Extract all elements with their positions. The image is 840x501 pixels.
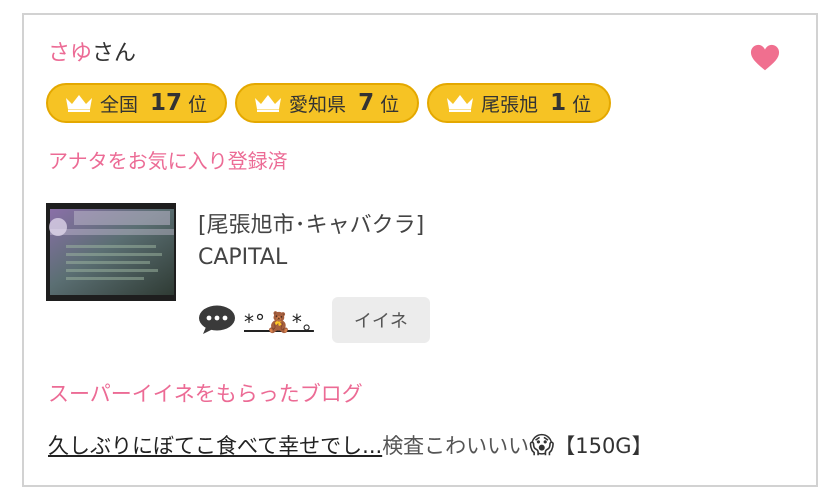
iine-button[interactable]: イイネ bbox=[331, 297, 430, 343]
blog-post-excerpt: 検査こわいいい bbox=[382, 434, 530, 458]
speech-bubble-icon bbox=[199, 305, 235, 334]
rank-area-label: 尾張旭 bbox=[481, 93, 539, 116]
rank-badges: 全国 17 位 愛知県 7位 尾張旭 1位 bbox=[46, 83, 612, 123]
shop-category: [尾張旭市･キャバクラ] bbox=[198, 213, 425, 238]
shop-name[interactable]: CAPITAL bbox=[198, 245, 287, 270]
crown-icon bbox=[447, 95, 474, 112]
rank-number: 7 bbox=[358, 90, 375, 116]
blog-post-row: 久しぶりにぼてこ食べて幸せでし...検査こわいいい😱【150G】 bbox=[48, 430, 653, 460]
rank-number: 1 bbox=[550, 90, 567, 116]
heart-icon[interactable] bbox=[750, 43, 780, 73]
blog-post-link[interactable]: 久しぶりにぼてこ食べて幸せでし... bbox=[48, 434, 382, 458]
rank-area-label: 愛知県 bbox=[289, 93, 347, 116]
super-iine-blog-heading: スーパーイイネをもらったブログ bbox=[48, 382, 363, 406]
blog-post-points: 【150G】 bbox=[554, 434, 653, 458]
rank-unit: 位 bbox=[188, 93, 208, 116]
commenter-nickname-link[interactable]: *°🧸*｡ bbox=[244, 306, 314, 335]
blog-post-emoji: 😱 bbox=[529, 431, 555, 459]
favorite-status-note: アナタをお気に入り登録済 bbox=[48, 149, 288, 173]
rank-number: 17 bbox=[150, 90, 183, 116]
rank-area-label: 全国 bbox=[100, 93, 139, 116]
rank-badge-city: 尾張旭 1位 bbox=[427, 83, 612, 123]
crown-icon bbox=[255, 95, 282, 112]
rank-unit: 位 bbox=[380, 93, 400, 116]
rank-badge-prefecture: 愛知県 7位 bbox=[235, 83, 420, 123]
user-name-colored[interactable]: さゆ bbox=[48, 41, 92, 66]
user-card: さゆさん 全国 17 位 愛知県 7位 尾張旭 1 位 アナタをお気に入り登録済… bbox=[22, 13, 818, 487]
rank-badge-national: 全国 17 位 bbox=[46, 83, 228, 123]
user-name[interactable]: さゆさん bbox=[48, 39, 136, 69]
comment-row: *°🧸*｡ イイネ bbox=[198, 297, 430, 343]
user-name-suffix: さん bbox=[92, 41, 137, 66]
shop-thumbnail-image[interactable] bbox=[46, 203, 176, 301]
rank-unit: 位 bbox=[572, 93, 592, 116]
crown-icon bbox=[66, 95, 92, 112]
